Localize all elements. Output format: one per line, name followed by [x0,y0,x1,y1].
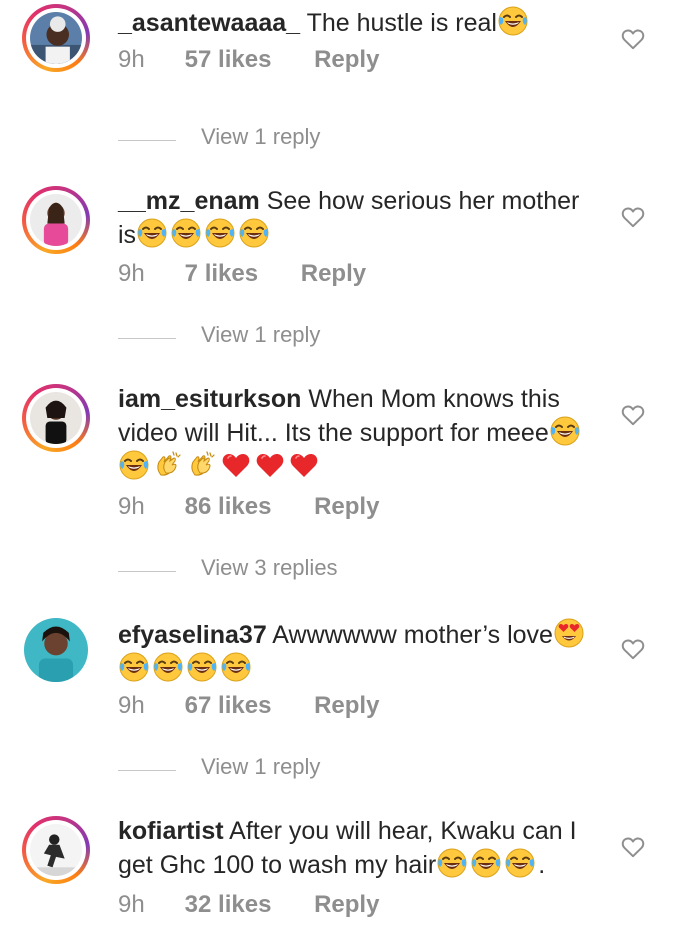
comment-text: kofiartist After you will hear, Kwaku ca… [118,815,598,881]
laugh-cry-emoji [136,217,168,249]
divider-line [118,140,176,141]
comment-username[interactable]: __mz_enam [118,187,260,215]
reply-button[interactable]: Reply [314,493,379,521]
divider-line [118,338,176,339]
comment-username[interactable]: iam_esiturkson [118,385,301,413]
laugh-cry-emoji [118,449,150,481]
laugh-cry-emoji [238,217,270,249]
laugh-cry-emoji [549,415,581,447]
likes-count[interactable]: 7 likes [185,260,258,288]
heart-outline-icon[interactable] [620,26,646,52]
red-heart-emoji [254,449,286,481]
likes-count[interactable]: 57 likes [185,46,272,74]
reply-button[interactable]: Reply [301,260,366,288]
avatar-photo [24,618,88,682]
laugh-cry-emoji [152,651,184,683]
laugh-cry-emoji [204,217,236,249]
comment-body: Awwwwww mother’s love [266,621,553,649]
heart-outline-icon[interactable] [620,834,646,860]
heart-outline-icon[interactable] [620,636,646,662]
comment-meta: 9h 57 likes Reply [118,46,379,74]
divider-line [118,770,176,771]
avatar-photo [30,194,82,246]
comment-text: __mz_enam See how serious her mother is [118,185,598,251]
laugh-cry-emoji [504,847,536,879]
comment-text: _asantewaaaa_ The hustle is real [118,5,598,39]
reply-button[interactable]: Reply [314,46,379,74]
comment-body-suffix: . [538,851,546,879]
user-avatar[interactable] [22,384,90,452]
comment-time: 9h [118,891,145,918]
laugh-cry-emoji [118,651,150,683]
avatar-photo [30,392,82,444]
heart-eyes-emoji [553,617,585,649]
comment-time: 9h [118,692,145,719]
likes-count[interactable]: 67 likes [185,692,272,720]
reply-button[interactable]: Reply [314,692,379,720]
user-avatar[interactable] [22,816,90,884]
comment-username[interactable]: kofiartist [118,817,224,845]
user-avatar[interactable] [22,186,90,254]
comment-username[interactable]: efyaselina37 [118,621,267,649]
heart-outline-icon[interactable] [620,402,646,428]
reply-button[interactable]: Reply [314,891,379,919]
laugh-cry-emoji [436,847,468,879]
avatar-photo [30,824,82,876]
comment-meta: 9h 32 likes Reply [118,891,379,919]
comment-meta: 9h 86 likes Reply [118,493,379,521]
comment-time: 9h [118,493,145,520]
comment-username[interactable]: _asantewaaaa_ [118,9,300,37]
comment-text: efyaselina37 Awwwwww mother’s love [118,617,598,685]
user-avatar[interactable] [22,616,90,684]
comment-meta: 9h 7 likes Reply [118,260,366,288]
red-heart-emoji [220,449,252,481]
user-avatar[interactable] [22,4,90,72]
divider-line [118,571,176,572]
likes-count[interactable]: 86 likes [185,493,272,521]
comment-time: 9h [118,260,145,287]
red-heart-emoji [288,449,320,481]
comment-text: iam_esiturkson When Mom knows this video… [118,383,598,483]
comment-time: 9h [118,46,145,73]
laugh-cry-emoji [497,5,529,37]
laugh-cry-emoji [220,651,252,683]
comment-body: The hustle is real [300,9,497,37]
laugh-cry-emoji [470,847,502,879]
clapping-hands-emoji [152,449,184,481]
heart-outline-icon[interactable] [620,204,646,230]
comment-meta: 9h 67 likes Reply [118,692,379,720]
avatar-photo [30,12,82,64]
likes-count[interactable]: 32 likes [185,891,272,919]
laugh-cry-emoji [186,651,218,683]
laugh-cry-emoji [170,217,202,249]
clapping-hands-emoji [186,449,218,481]
